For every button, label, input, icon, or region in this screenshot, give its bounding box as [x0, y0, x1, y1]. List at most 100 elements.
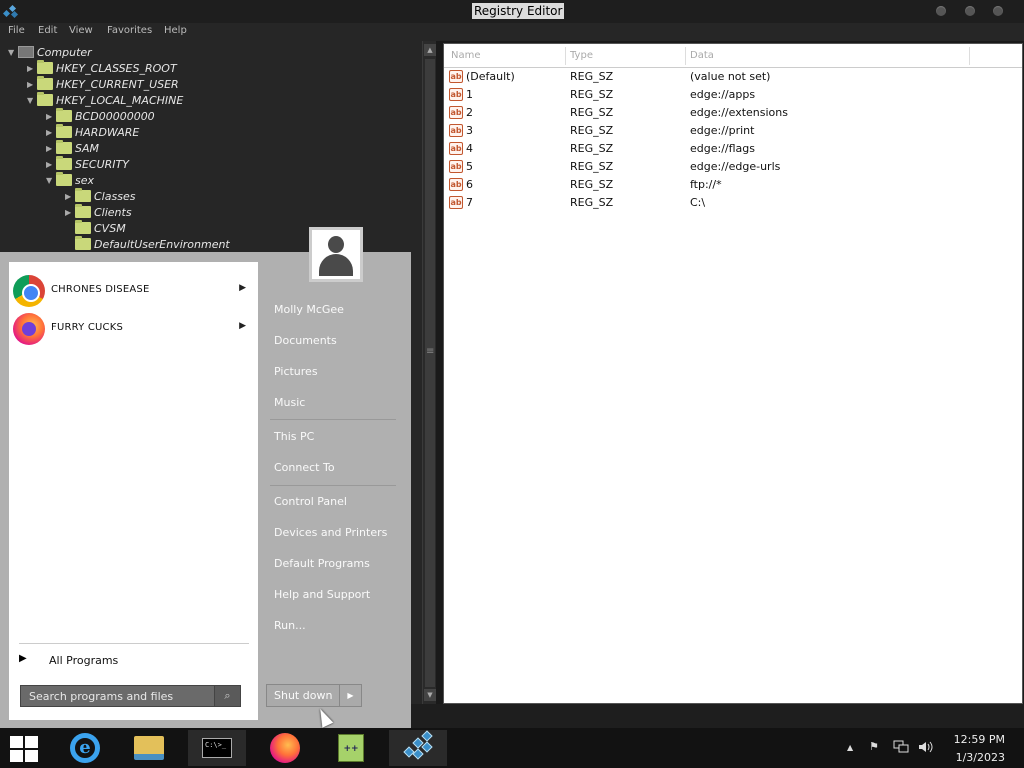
start-item-connect-to[interactable]: Connect To — [270, 456, 335, 480]
submenu-arrow-icon[interactable]: ▶ — [239, 283, 246, 293]
registry-editor-icon[interactable] — [2, 3, 19, 19]
maximize-button[interactable] — [965, 6, 975, 16]
splitter-grip-icon[interactable]: ≡ — [426, 346, 434, 357]
collapse-arrow-icon[interactable]: ▼ — [8, 48, 18, 57]
start-item-user[interactable]: Molly McGee — [270, 298, 344, 322]
close-button[interactable] — [993, 6, 1003, 16]
expand-arrow-icon[interactable]: ▶ — [27, 80, 37, 89]
column-divider[interactable] — [565, 47, 566, 65]
collapse-arrow-icon[interactable]: ▼ — [27, 96, 37, 105]
volume-icon[interactable] — [918, 740, 934, 757]
tree-item-bcd[interactable]: ▶ BCD00000000 — [46, 108, 155, 124]
file-explorer-icon — [134, 736, 164, 760]
tree-item-cvsm[interactable]: CVSM — [65, 220, 126, 236]
shutdown-options-arrow-icon[interactable]: ▶ — [339, 685, 361, 706]
value-type: REG_SZ — [570, 106, 614, 119]
menu-help[interactable]: Help — [164, 25, 187, 36]
value-type: REG_SZ — [570, 196, 614, 209]
avatar[interactable] — [309, 227, 363, 282]
string-value-icon: ab — [449, 124, 463, 137]
start-item-documents[interactable]: Documents — [270, 329, 337, 353]
taskbar-file-explorer[interactable] — [120, 730, 178, 766]
menu-favorites[interactable]: Favorites — [107, 25, 152, 36]
values-header: Name Type Data — [444, 44, 1022, 68]
table-row[interactable]: ab 5 REG_SZ edge://edge-urls — [444, 158, 1022, 176]
scroll-down-icon[interactable]: ▼ — [424, 689, 436, 701]
menu-edit[interactable]: Edit — [38, 25, 57, 36]
taskbar-notepad-plus-plus[interactable]: ++ — [322, 730, 380, 766]
all-programs-label: All Programs — [49, 654, 119, 667]
expand-arrow-icon[interactable]: ▶ — [27, 64, 37, 73]
start-item-devices-and-printers[interactable]: Devices and Printers — [270, 521, 387, 545]
submenu-arrow-icon[interactable]: ▶ — [239, 321, 246, 331]
start-item-music[interactable]: Music — [270, 391, 305, 415]
start-item-default-programs[interactable]: Default Programs — [270, 552, 370, 576]
show-hidden-icons-chevron-up-icon[interactable]: ▲ — [847, 743, 853, 752]
action-center-flag-icon[interactable]: ⚑ — [869, 740, 879, 753]
clock-date[interactable]: 1/3/2023 — [950, 751, 1005, 764]
search-icon[interactable]: ⌕ — [214, 686, 240, 706]
tree-item-hkey-local-machine[interactable]: ▼ HKEY_LOCAL_MACHINE — [27, 92, 183, 108]
expand-arrow-icon[interactable]: ▶ — [65, 208, 75, 217]
tree-item-sex[interactable]: ▼ sex — [46, 172, 94, 188]
value-data: edge://edge-urls — [690, 160, 781, 173]
computer-icon — [18, 46, 34, 58]
taskbar-registry-editor[interactable] — [389, 730, 447, 766]
tree-item-computer[interactable]: ▼ Computer — [8, 44, 92, 60]
tree-item-sam[interactable]: ▶ SAM — [46, 140, 99, 156]
clock-time[interactable]: 12:59 PM — [950, 733, 1005, 746]
start-item-control-panel[interactable]: Control Panel — [270, 490, 347, 514]
taskbar-firefox[interactable] — [256, 730, 314, 766]
tree-item-label: HKEY_LOCAL_MACHINE — [56, 93, 184, 107]
taskbar-internet-explorer[interactable]: e — [56, 730, 114, 766]
start-item-this-pc[interactable]: This PC — [270, 425, 314, 449]
table-row[interactable]: ab 4 REG_SZ edge://flags — [444, 140, 1022, 158]
title-bar: Registry Editor — [0, 0, 1024, 23]
table-row[interactable]: ab 7 REG_SZ C:\ — [444, 194, 1022, 212]
value-data: edge://apps — [690, 88, 756, 101]
table-row[interactable]: ab 2 REG_SZ edge://extensions — [444, 104, 1022, 122]
network-icon[interactable] — [893, 740, 909, 757]
program-item-furry-cucks[interactable]: FURRY CUCKS ▶ — [9, 310, 258, 346]
program-item-chrones-disease[interactable]: CHRONES DISEASE ▶ — [9, 272, 258, 308]
taskbar-command-prompt[interactable]: C:\>_ — [188, 730, 246, 766]
column-header-type[interactable]: Type — [570, 50, 593, 61]
table-row[interactable]: ab 1 REG_SZ edge://apps — [444, 86, 1022, 104]
table-row[interactable]: ab 6 REG_SZ ftp://* — [444, 176, 1022, 194]
table-row[interactable]: ab (Default) REG_SZ (value not set) — [444, 68, 1022, 86]
search-input[interactable] — [21, 686, 214, 706]
column-divider[interactable] — [969, 47, 970, 65]
tree-item-hkey-classes-root[interactable]: ▶ HKEY_CLASSES_ROOT — [27, 60, 177, 76]
expand-arrow-icon[interactable]: ▶ — [65, 192, 75, 201]
expand-arrow-icon[interactable]: ▶ — [46, 112, 56, 121]
menu-view[interactable]: View — [69, 25, 93, 36]
collapse-arrow-icon[interactable]: ▼ — [46, 176, 56, 185]
minimize-button[interactable] — [936, 6, 946, 16]
user-head — [328, 236, 344, 253]
expand-arrow-icon[interactable]: ▶ — [46, 160, 56, 169]
tree-item-security[interactable]: ▶ SECURITY — [46, 156, 129, 172]
shutdown-button[interactable]: Shut down ▶ — [266, 684, 362, 707]
start-item-help-and-support[interactable]: Help and Support — [270, 583, 370, 607]
scrollbar-thumb[interactable] — [425, 59, 435, 687]
column-header-data[interactable]: Data — [690, 50, 714, 61]
start-button[interactable] — [10, 736, 38, 762]
tree-scrollbar[interactable]: ▲ ▼ — [422, 41, 436, 704]
expand-arrow-icon[interactable]: ▶ — [46, 128, 56, 137]
expand-arrow-icon[interactable]: ▶ — [46, 144, 56, 153]
tree-item-clients[interactable]: ▶ Clients — [65, 204, 132, 220]
tree-item-classes[interactable]: ▶ Classes — [65, 188, 135, 204]
start-item-run[interactable]: Run... — [270, 614, 306, 638]
table-row[interactable]: ab 3 REG_SZ edge://print — [444, 122, 1022, 140]
column-divider[interactable] — [685, 47, 686, 65]
search-box[interactable]: ⌕ — [20, 685, 241, 707]
column-header-name[interactable]: Name — [451, 50, 481, 61]
tree-item-hkey-current-user[interactable]: ▶ HKEY_CURRENT_USER — [27, 76, 179, 92]
start-item-pictures[interactable]: Pictures — [270, 360, 318, 384]
menu-file[interactable]: File — [8, 25, 25, 36]
all-programs-button[interactable]: ▶ All Programs — [9, 648, 258, 672]
scroll-up-icon[interactable]: ▲ — [424, 44, 436, 56]
tree-item-hardware[interactable]: ▶ HARDWARE — [46, 124, 139, 140]
tree-item-defaultuserenvironment[interactable]: DefaultUserEnvironment — [65, 236, 230, 252]
internet-explorer-icon: e — [70, 733, 100, 763]
